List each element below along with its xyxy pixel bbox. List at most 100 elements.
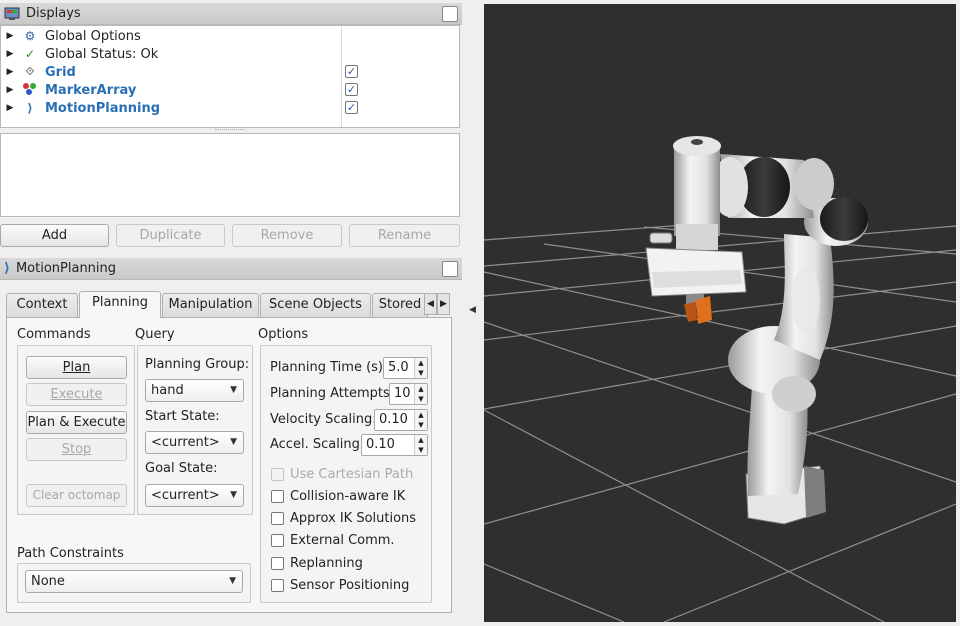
path-constraints-title: Path Constraints	[17, 546, 124, 561]
tree-row-motion-planning[interactable]: ▶ ⟩ MotionPlanning ✓	[1, 99, 461, 117]
velocity-scaling-spinbox[interactable]: 0.10 ▲ ▼	[374, 409, 428, 431]
planning-attempts-spinbox[interactable]: 10 ▲ ▼	[389, 383, 428, 405]
goal-state-label: Goal State:	[145, 461, 218, 476]
tab-manipulation[interactable]: Manipulation	[162, 293, 259, 317]
options-title: Options	[258, 327, 309, 342]
accel-scaling-value: 0.10	[366, 437, 395, 452]
checkbox-box[interactable]	[271, 534, 284, 547]
expand-arrow-icon[interactable]: ▶	[3, 49, 17, 59]
checkbox-box[interactable]	[271, 468, 284, 481]
planning-time-spinbox[interactable]: 5.0 ▲ ▼	[383, 357, 428, 379]
motion-planning-title: MotionPlanning	[15, 261, 117, 276]
motion-planning-float-button[interactable]	[442, 261, 458, 277]
display-properties-area	[0, 133, 460, 217]
left-panel: Displays ▶ ⚙ Global Options ▶ ✓ Global S…	[0, 0, 464, 626]
goal-state-value: <current>	[151, 488, 220, 503]
tab-scroll-left-icon[interactable]: ◀	[424, 293, 437, 315]
start-state-select[interactable]: <current> ▼	[145, 431, 244, 454]
checkbox-box[interactable]	[271, 557, 284, 570]
spin-arrows-icon[interactable]: ▲ ▼	[414, 435, 427, 455]
accel-scaling-label: Accel. Scaling:	[270, 437, 365, 452]
replanning-checkbox[interactable]: Replanning	[271, 556, 363, 571]
clear-octomap-button[interactable]: Clear octomap	[26, 484, 127, 507]
tree-row-marker-array[interactable]: ▶ MarkerArray ✓	[1, 81, 461, 99]
start-state-value: <current>	[151, 435, 220, 450]
tree-item-label: MarkerArray	[45, 82, 137, 98]
sensor-positioning-checkbox[interactable]: Sensor Positioning	[271, 578, 409, 593]
accel-scaling-spinbox[interactable]: 0.10 ▲ ▼	[361, 434, 428, 456]
planning-tab-panel: Commands Plan Execute Plan & Execute Sto…	[6, 317, 452, 613]
plan-button[interactable]: Plan	[26, 356, 127, 379]
dropdown-arrow-icon: ▼	[229, 576, 236, 586]
checkbox-label: Use Cartesian Path	[290, 467, 414, 482]
dropdown-arrow-icon: ▼	[230, 385, 237, 395]
planning-group-value: hand	[151, 383, 184, 398]
tab-scroll-right-icon[interactable]: ▶	[437, 293, 450, 315]
displays-title-bar: Displays	[0, 3, 462, 25]
checkmark-icon: ✓	[24, 47, 36, 61]
planning-group-select[interactable]: hand ▼	[145, 379, 244, 402]
checkbox-box[interactable]	[271, 490, 284, 503]
duplicate-display-button[interactable]: Duplicate	[116, 224, 225, 247]
spin-arrows-icon[interactable]: ▲ ▼	[414, 384, 427, 404]
3d-viewport[interactable]	[484, 4, 956, 622]
planning-group-label: Planning Group:	[145, 357, 250, 372]
checkbox-box[interactable]	[271, 512, 284, 525]
tree-row-global-options[interactable]: ▶ ⚙ Global Options	[1, 27, 461, 45]
tab-stored[interactable]: Stored	[372, 293, 428, 317]
collapse-panel-arrow-icon[interactable]: ◀	[469, 305, 476, 315]
checkbox-label: Collision-aware IK	[290, 489, 406, 504]
execute-button[interactable]: Execute	[26, 383, 127, 406]
tree-row-global-status[interactable]: ▶ ✓ Global Status: Ok	[1, 45, 461, 63]
expand-arrow-icon[interactable]: ▶	[3, 103, 17, 113]
approx-ik-solutions-checkbox[interactable]: Approx IK Solutions	[271, 511, 416, 526]
use-cartesian-path-checkbox[interactable]: Use Cartesian Path	[271, 467, 413, 482]
tree-splitter-handle[interactable]	[215, 129, 245, 131]
checkbox-box[interactable]	[271, 579, 284, 592]
tab-scene-objects[interactable]: Scene Objects	[260, 293, 371, 317]
collision-aware-ik-checkbox[interactable]: Collision-aware IK	[271, 489, 405, 504]
spin-arrows-icon[interactable]: ▲ ▼	[414, 358, 427, 378]
checkbox-label: Sensor Positioning	[290, 578, 410, 593]
path-constraints-select[interactable]: None ▼	[25, 570, 243, 593]
velocity-scaling-value: 0.10	[379, 412, 408, 427]
displays-tree: ▶ ⚙ Global Options ▶ ✓ Global Status: Ok…	[0, 25, 460, 128]
tab-context[interactable]: Context	[6, 293, 78, 317]
grid-enabled-checkbox[interactable]: ✓	[345, 65, 358, 78]
motion-planning-tabs: Context Planning Manipulation Scene Obje…	[6, 291, 452, 318]
robot-scene[interactable]	[484, 4, 956, 622]
start-state-label: Start State:	[145, 409, 220, 424]
displays-float-button[interactable]	[442, 6, 458, 22]
commands-title: Commands	[17, 327, 91, 342]
tab-planning[interactable]: Planning	[79, 291, 161, 318]
expand-arrow-icon[interactable]: ▶	[3, 85, 17, 95]
checkbox-label: Replanning	[290, 556, 363, 571]
velocity-scaling-label: Velocity Scaling:	[270, 412, 377, 427]
motion-planning-icon: ⟩	[4, 261, 10, 276]
checkbox-label: Approx IK Solutions	[290, 511, 417, 526]
dropdown-arrow-icon: ▼	[230, 490, 237, 500]
tree-item-label: Global Options	[45, 28, 141, 44]
rename-display-button[interactable]: Rename	[349, 224, 460, 247]
marker-array-enabled-checkbox[interactable]: ✓	[345, 83, 358, 96]
external-comm-checkbox[interactable]: External Comm.	[271, 533, 395, 548]
remove-display-button[interactable]: Remove	[232, 224, 342, 247]
tree-row-grid[interactable]: ▶ ⟐ Grid ✓	[1, 63, 461, 81]
spin-arrows-icon[interactable]: ▲ ▼	[414, 410, 427, 430]
displays-title: Displays	[26, 6, 81, 21]
expand-arrow-icon[interactable]: ▶	[3, 67, 17, 77]
add-display-button[interactable]: Add	[0, 224, 109, 247]
grid-icon: ⟐	[25, 65, 35, 78]
query-title: Query	[135, 327, 175, 342]
expand-arrow-icon[interactable]: ▶	[3, 31, 17, 41]
planning-attempts-value: 10	[394, 386, 411, 401]
path-constraints-value: None	[31, 574, 65, 589]
plan-and-execute-button[interactable]: Plan & Execute	[26, 411, 127, 434]
planning-time-label: Planning Time (s):	[270, 360, 388, 375]
tree-item-label: Global Status: Ok	[45, 46, 159, 62]
motion-planning-enabled-checkbox[interactable]: ✓	[345, 101, 358, 114]
goal-state-select[interactable]: <current> ▼	[145, 484, 244, 507]
planning-attempts-label: Planning Attempts:	[270, 386, 395, 401]
planning-time-value: 5.0	[388, 360, 409, 375]
stop-button[interactable]: Stop	[26, 438, 127, 461]
